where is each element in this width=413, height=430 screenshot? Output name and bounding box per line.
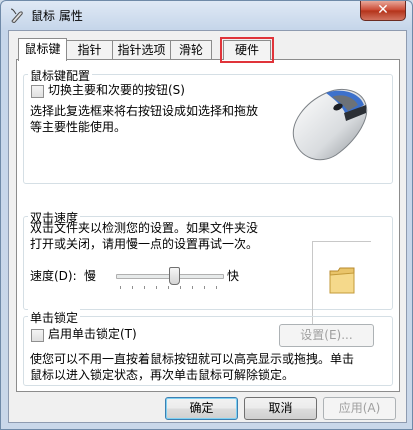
ok-button[interactable]: 确定 xyxy=(165,397,238,420)
button-config-description-line-2: 等主要性能使用。 xyxy=(30,120,127,134)
slider-tick xyxy=(180,286,181,289)
click-lock-title: 单击锁定 xyxy=(28,309,81,326)
click-lock-description-line-1: 使您可以不用一直按着鼠标按钮就可以高亮显示或拖拽。单击 xyxy=(30,352,355,366)
slider-tick xyxy=(156,286,157,289)
slider-tick xyxy=(144,286,145,289)
folder-icon[interactable] xyxy=(328,265,356,295)
cancel-button[interactable]: 取消 xyxy=(244,397,317,420)
mouse-illustration-image xyxy=(292,89,368,161)
button-configuration-group: 鼠标键配置 切换主要和次要的按钮(S) 选择此复选框来将右按钮设成如选择和拖放 … xyxy=(23,67,393,184)
title-bar[interactable]: 鼠标 属性 ✕ xyxy=(1,1,412,29)
click-lock-settings-button[interactable]: 设置(E)... xyxy=(279,324,374,347)
click-lock-group: 单击锁定 启用单击锁定(T) 设置(E)... 使您可以不用一直按着鼠标按钮就可… xyxy=(23,309,393,386)
double-click-description-line-2: 打开或关闭，请用慢一点的设置再试一次。 xyxy=(30,237,259,251)
slider-tick xyxy=(132,286,133,289)
close-button[interactable]: ✕ xyxy=(360,1,406,21)
tab-hardware[interactable]: 硬件 xyxy=(220,37,274,63)
slider-tick xyxy=(192,286,193,289)
dialog-client-area: 鼠标键 指针 指针选项 滑轮 硬件 鼠标键配置 切换主要和次要的按钮(S) 选择… xyxy=(8,30,407,423)
click-lock-description-line-2: 鼠标以进入锁定状态，再次单击鼠标可解除锁定。 xyxy=(30,368,295,382)
tab-panel-buttons: 鼠标键配置 切换主要和次要的按钮(S) 选择此复选框来将右按钮设成如选择和拖放 … xyxy=(16,59,400,392)
tab-pointer-options[interactable]: 指针选项 xyxy=(112,40,171,60)
slider-tick xyxy=(168,286,169,289)
tab-wheel[interactable]: 滑轮 xyxy=(170,40,212,60)
double-click-description-line-1: 双击文件夹以检测您的设置。如果文件夹没 xyxy=(30,221,259,235)
slider-tick xyxy=(120,286,121,289)
tab-pointers[interactable]: 指针 xyxy=(66,40,113,60)
mouse-icon xyxy=(10,8,23,23)
fast-label: 快 xyxy=(227,269,240,283)
switch-buttons-label[interactable]: 切换主要和次要的按钮(S) xyxy=(48,82,185,98)
close-icon: ✕ xyxy=(377,2,389,18)
click-lock-label[interactable]: 启用单击锁定(T) xyxy=(48,326,137,342)
double-click-speed-group: 双击速度 双击文件夹以检测您的设置。如果文件夹没 打开或关闭，请用慢一点的设置再… xyxy=(23,209,393,328)
slider-tick xyxy=(204,286,205,289)
speed-label: 速度(D): xyxy=(30,269,77,283)
slow-label: 慢 xyxy=(84,269,97,283)
mouse-properties-window: 鼠标 属性 ✕ 鼠标键 指针 指针选项 滑轮 硬件 鼠标键配置 切换主要和次要的… xyxy=(0,0,413,430)
click-lock-checkbox[interactable] xyxy=(31,329,44,342)
window-title: 鼠标 属性 xyxy=(31,9,83,23)
double-click-speed-slider[interactable] xyxy=(169,267,180,285)
test-folder-area[interactable] xyxy=(312,241,371,328)
switch-buttons-checkbox[interactable] xyxy=(31,85,44,98)
button-config-description-line-1: 选择此复选框来将右按钮设成如选择和拖放 xyxy=(30,104,259,118)
apply-button[interactable]: 应用(A) xyxy=(323,397,396,420)
slider-tick xyxy=(216,286,217,289)
tab-buttons[interactable]: 鼠标键 xyxy=(18,38,67,61)
